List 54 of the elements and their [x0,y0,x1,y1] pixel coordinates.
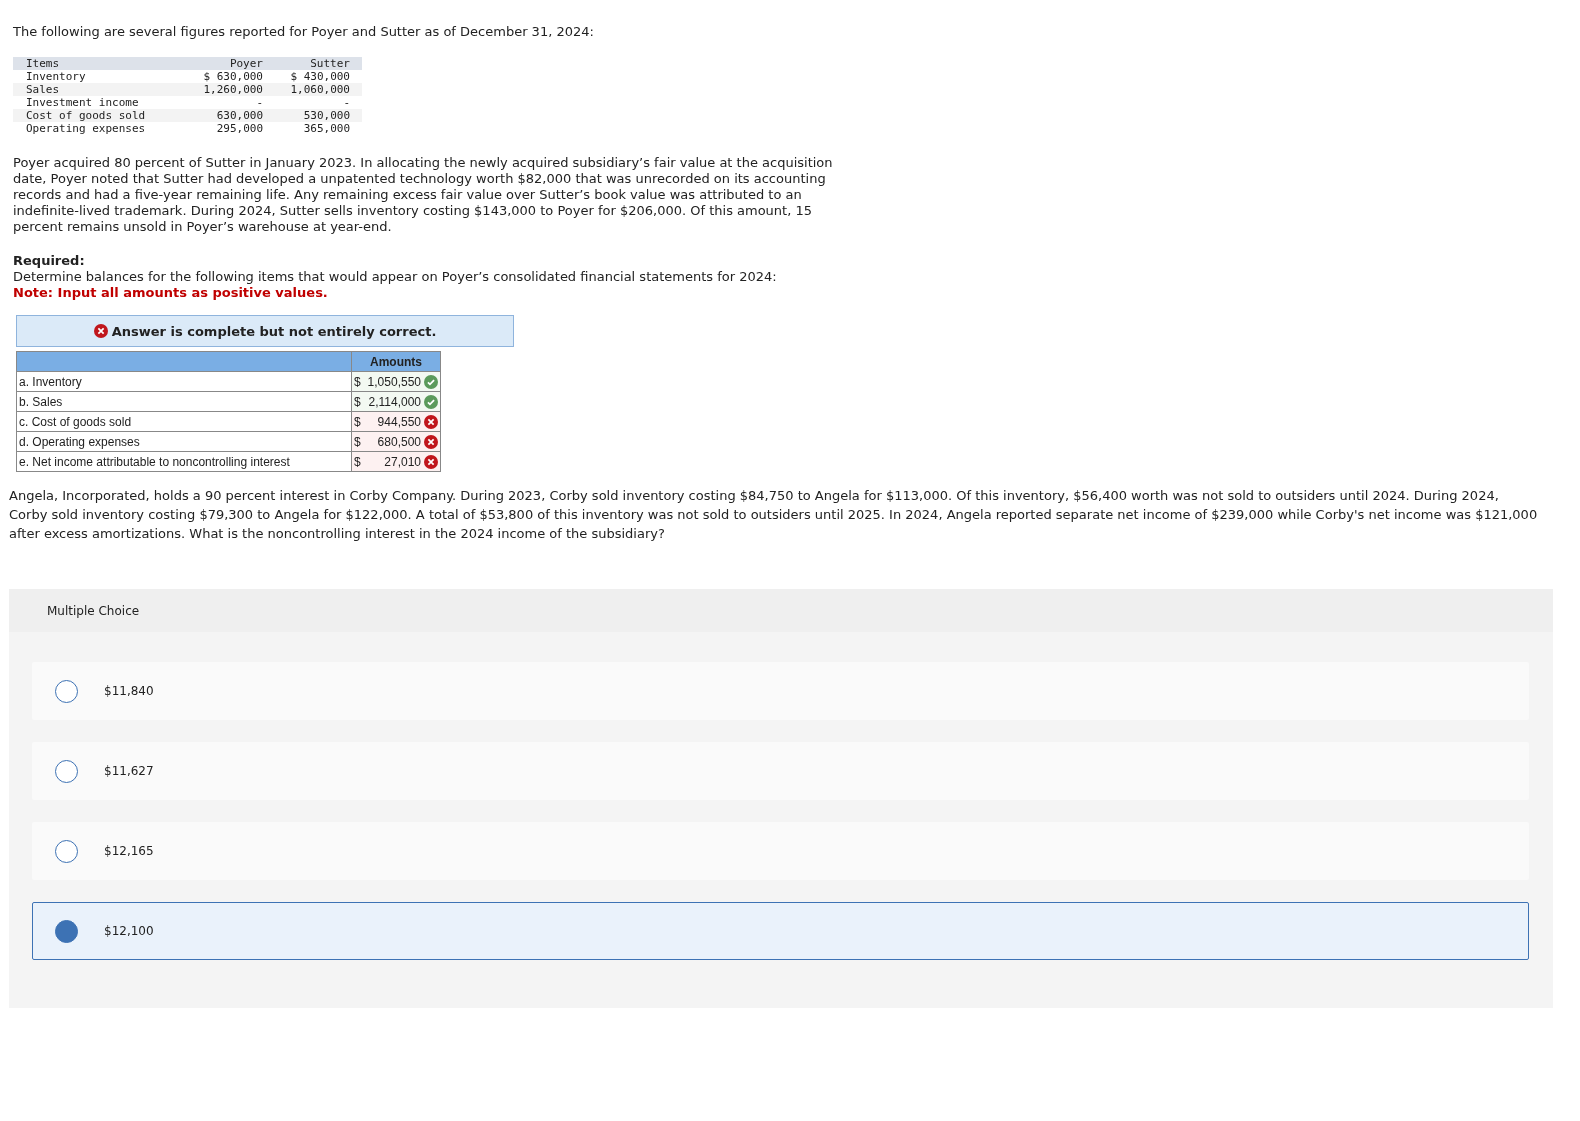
answer-option[interactable]: $12,165 [32,822,1529,880]
table-cell: Operating expenses [13,122,188,135]
radio-button[interactable] [55,679,78,703]
radio-button[interactable] [55,839,78,863]
option-label: $12,165 [104,844,154,858]
scenario-paragraph: Poyer acquired 80 percent of Sutter in January 2023. In allocating the newly acquired subsidiary’s fair value at the acquisition date, Poyer noted that Sutter had developed a unpatented technology worth $82,000 that was unrecorded on its accounting records and had a five-year remaining life. Any remaining excess fair value over Sutter’s book value was attributed to an indefinite-lived trademark. During 2024, Sutter sells inventory costing $143,000 to Poyer for $206,000. Of this amount, 15 percent remains unsold in Poyer’s warehouse at year-end. [13,155,834,235]
table-cell: $ 630,000 [188,70,275,83]
table-cell: $ 430,000 [275,70,362,83]
radio-button[interactable] [55,759,78,783]
currency-symbol: $ [354,454,361,469]
table-cell: Investment income [13,96,188,109]
option-label: $11,627 [104,764,154,778]
column-header: Items [13,57,188,70]
required-label: Required: [13,253,86,269]
amount-value: 680,500 [376,434,421,449]
table-cell: 365,000 [275,122,362,135]
currency-symbol: $ [354,414,361,429]
column-header: Sutter [275,57,362,70]
answer-option[interactable]: $12,100 [32,902,1529,960]
question-text: Angela, Incorporated, holds a 90 percent interest in Corby Company. During 2023, Corby sold inventory costing $84,750 to Angela for $113,000. Of this inventory, $56,400 worth was not sold to outsiders until 2024. During 2024, Corby sold inventory costing $79,300 to Angela for $122,000. A total of $53,800 of this inventory was not sold to outsiders until 2025. In 2024, Angela reported separate net income of $239,000 while Corby's net income was $121,000 after excess amortizations. What is the noncontrolling interest in the 2024 income of the subsidiary? [9,487,1539,543]
intro-text: The following are several figures reported for Poyer and Sutter as of December 31, 2024: [13,24,595,39]
amount-value: 944,550 [376,414,421,429]
table-cell: 295,000 [188,122,275,135]
table-cell: d. Operating expenses [16,431,352,452]
radio-button[interactable] [55,919,78,943]
note-text: Note: Input all amounts as positive values. [13,285,329,301]
result-message: Answer is complete but not entirely correct. [111,323,437,339]
table-cell: 530,000 [275,109,362,122]
table-cell: Inventory [13,70,188,83]
table-cell: a. Inventory [16,371,352,392]
amount-value: 27,010 [383,454,421,469]
panel-title: Multiple Choice [47,603,140,618]
column-header: Poyer [188,57,275,70]
table-cell: 630,000 [188,109,275,122]
table-cell: b. Sales [16,391,352,412]
option-label: $11,840 [104,684,154,698]
currency-symbol: $ [354,374,361,389]
currency-symbol: $ [354,434,361,449]
answer-option[interactable]: $11,627 [32,742,1529,800]
table-cell: - [275,96,362,109]
table-cell: Cost of goods sold [13,109,188,122]
amount-value: 1,050,550 [366,374,421,389]
instruction-text: Determine balances for the following items that would appear on Poyer’s consolidated financial statements for 2024: [13,269,778,285]
table-cell: e. Net income attributable to noncontrolling interest [16,451,352,472]
answer-option[interactable]: $11,840 [32,662,1529,720]
currency-symbol: $ [354,394,361,409]
amount-value: 2,114,000 [367,394,421,409]
column-header: Amounts [351,351,441,372]
table-cell: 1,260,000 [188,83,275,96]
table-cell: - [188,96,275,109]
table-cell: c. Cost of goods sold [16,411,352,432]
table-cell: Sales [13,83,188,96]
table-cell: 1,060,000 [275,83,362,96]
option-label: $12,100 [104,924,154,938]
